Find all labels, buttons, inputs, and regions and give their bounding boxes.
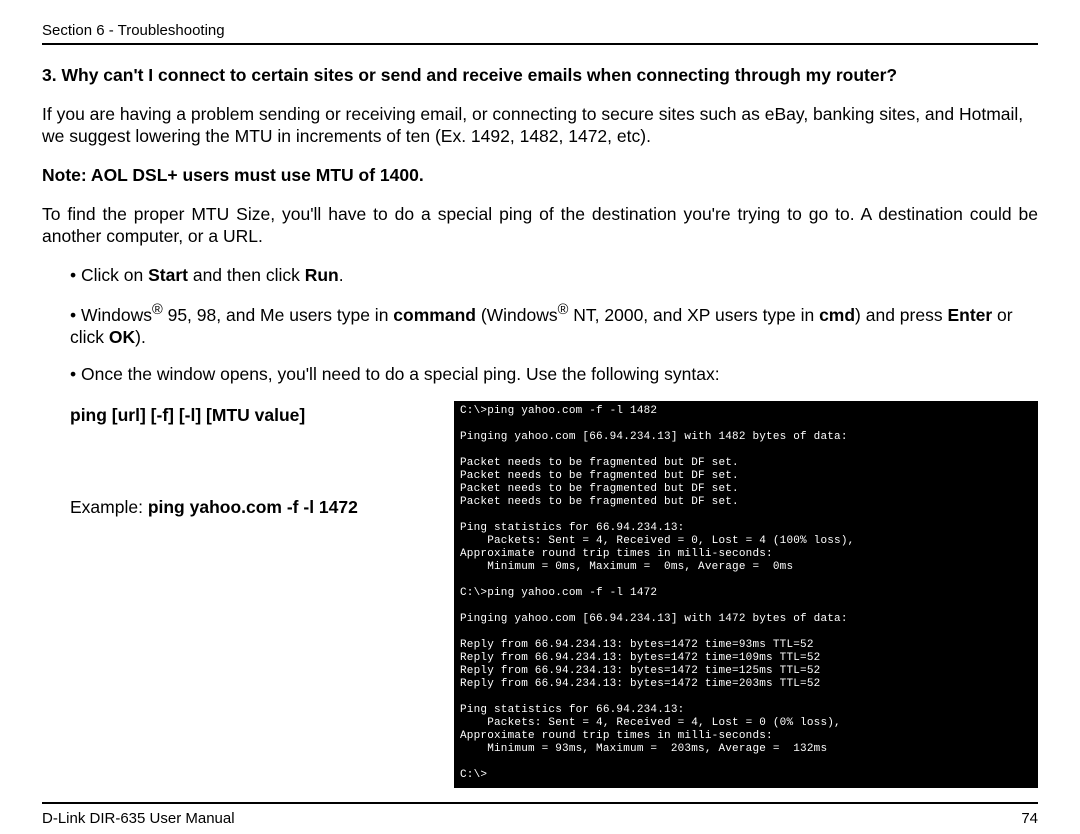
t14: C:\>ping yahoo.com -f -l 1472 [460, 587, 657, 599]
terminal-output: C:\>ping yahoo.com -f -l 1482 Pinging ya… [454, 401, 1038, 788]
t19: Reply from 66.94.234.13: bytes=1472 time… [460, 652, 820, 664]
bullet-2: • Windows® 95, 98, and Me users type in … [70, 302, 1038, 348]
t20: Reply from 66.94.234.13: bytes=1472 time… [460, 665, 820, 677]
footer-page: 74 [1021, 810, 1038, 827]
footer-left: D-Link DIR-635 User Manual [42, 810, 235, 827]
t12: Minimum = 0ms, Maximum = 0ms, Average = … [460, 561, 793, 573]
ping-syntax: ping [url] [-f] [-l] [MTU value] [70, 405, 432, 426]
t2: Pinging yahoo.com [66.94.234.13] with 14… [460, 431, 848, 443]
t25: Approximate round trip times in milli-se… [460, 730, 773, 742]
paragraph-intro: If you are having a problem sending or r… [42, 104, 1038, 147]
t9: Ping statistics for 66.94.234.13: [460, 522, 684, 534]
t21: Reply from 66.94.234.13: bytes=1472 time… [460, 678, 820, 690]
t18: Reply from 66.94.234.13: bytes=1472 time… [460, 639, 814, 651]
b2-ok: OK [109, 327, 135, 347]
example-command: ping yahoo.com -f -l 1472 [148, 497, 358, 517]
main-content: 3. Why can't I connect to certain sites … [42, 65, 1038, 788]
b1-start: Start [148, 265, 188, 285]
example-prefix: Example: [70, 497, 148, 517]
b2-a: 95, 98, and Me users type in [163, 305, 394, 325]
t5: Packet needs to be fragmented but DF set… [460, 470, 739, 482]
lower-row: ping [url] [-f] [-l] [MTU value] Example… [42, 401, 1038, 788]
t23: Ping statistics for 66.94.234.13: [460, 704, 684, 716]
paragraph-mtu: To find the proper MTU Size, you'll have… [42, 204, 1038, 247]
t4: Packet needs to be fragmented but DF set… [460, 457, 739, 469]
syntax-column: ping [url] [-f] [-l] [MTU value] Example… [42, 401, 432, 788]
reg-mark-1: ® [152, 302, 163, 318]
b2-cmd1: command [393, 305, 476, 325]
instruction-list: • Click on Start and then click Run. • W… [42, 265, 1038, 385]
note-line: Note: AOL DSL+ users must use MTU of 140… [42, 165, 1038, 186]
t10: Packets: Sent = 4, Received = 0, Lost = … [460, 535, 854, 547]
question-number: 3. [42, 65, 57, 85]
b2-b: (Windows [476, 305, 558, 325]
b2-f: ). [135, 327, 146, 347]
t24: Packets: Sent = 4, Received = 4, Lost = … [460, 717, 841, 729]
b2-enter: Enter [947, 305, 992, 325]
t6: Packet needs to be fragmented but DF set… [460, 483, 739, 495]
page-footer: D-Link DIR-635 User Manual 74 [42, 802, 1038, 827]
example-line: Example: ping yahoo.com -f -l 1472 [70, 497, 432, 518]
reg-mark-2: ® [558, 302, 569, 318]
b2-pre: • Windows [70, 305, 152, 325]
b2-c: NT, 2000, and XP users type in [568, 305, 819, 325]
b1-pre: • Click on [70, 265, 148, 285]
question-line: 3. Why can't I connect to certain sites … [42, 65, 1038, 86]
b2-d: ) and press [855, 305, 947, 325]
t26: Minimum = 93ms, Maximum = 203ms, Average… [460, 743, 827, 755]
t28: C:\> [460, 769, 487, 781]
t0: C:\>ping yahoo.com -f -l 1482 [460, 405, 657, 417]
bullet-1: • Click on Start and then click Run. [70, 265, 1038, 286]
b1-end: . [339, 265, 344, 285]
b1-mid: and then click [188, 265, 305, 285]
section-header: Section 6 - Troubleshooting [42, 22, 1038, 45]
t16: Pinging yahoo.com [66.94.234.13] with 14… [460, 613, 848, 625]
b1-run: Run [305, 265, 339, 285]
bullet-3: • Once the window opens, you'll need to … [70, 364, 1038, 385]
t11: Approximate round trip times in milli-se… [460, 548, 773, 560]
question-text: Why can't I connect to certain sites or … [61, 65, 897, 85]
b2-cmd2: cmd [819, 305, 855, 325]
t7: Packet needs to be fragmented but DF set… [460, 496, 739, 508]
